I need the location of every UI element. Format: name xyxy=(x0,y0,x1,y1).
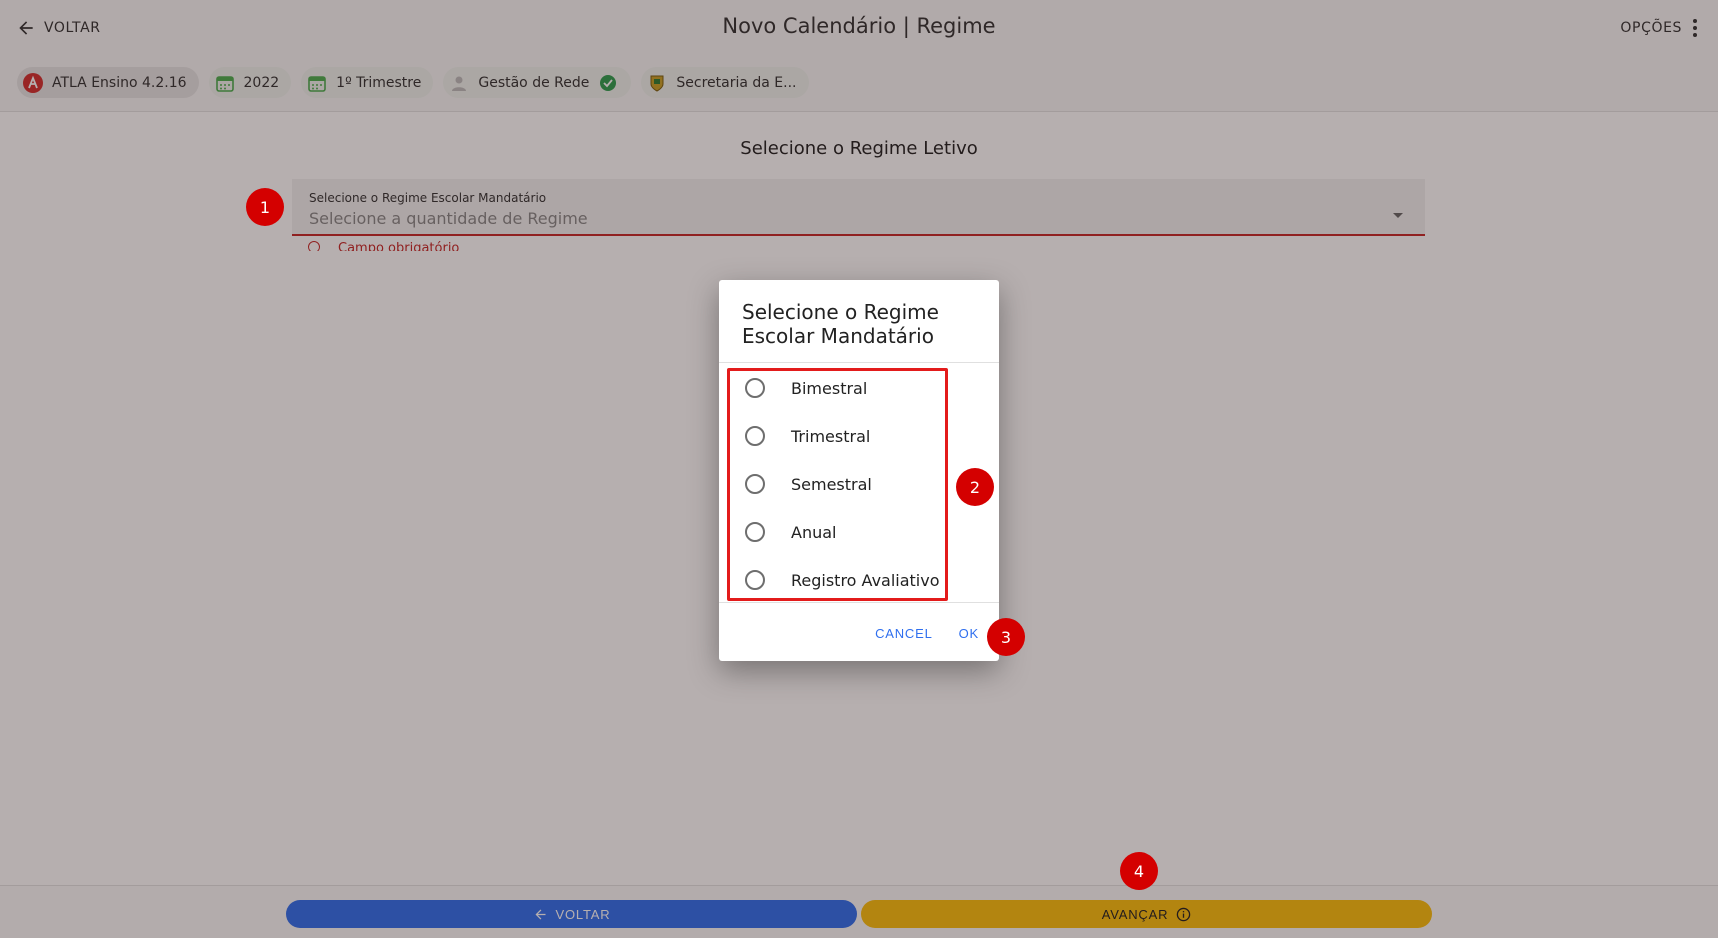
step-marker-3: 3 xyxy=(987,618,1025,656)
dialog-divider-top xyxy=(719,362,999,363)
dialog-actions: CANCEL OK xyxy=(875,626,979,641)
step-marker-2: 2 xyxy=(956,468,994,506)
cancel-button[interactable]: CANCEL xyxy=(875,626,933,641)
options-highlight-box xyxy=(727,368,948,601)
ok-button[interactable]: OK xyxy=(959,626,979,641)
dialog-title: Selecione o Regime Escolar Mandatário xyxy=(742,300,939,348)
step-marker-4: 4 xyxy=(1120,852,1158,890)
step-marker-1: 1 xyxy=(246,188,284,226)
dialog-divider-bottom xyxy=(719,602,999,603)
